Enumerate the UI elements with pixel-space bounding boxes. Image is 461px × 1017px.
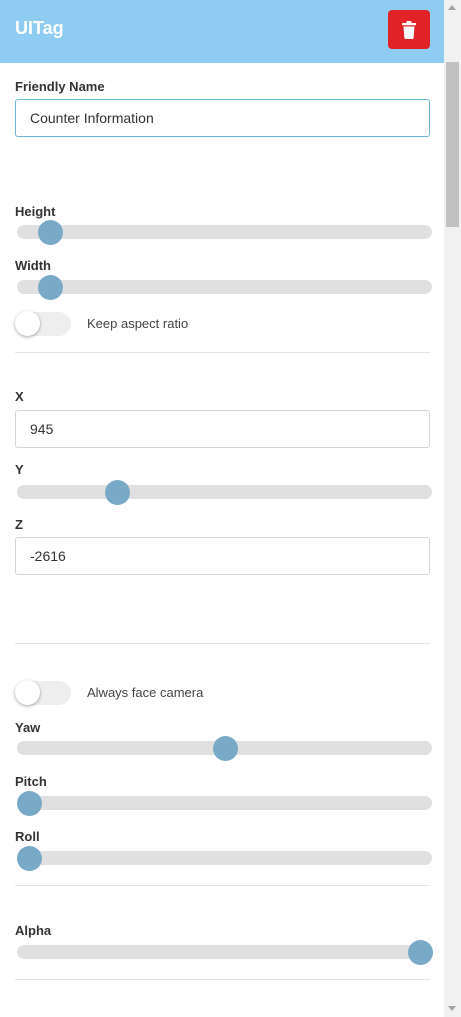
alpha-slider[interactable] [17,940,433,965]
height-slider-track[interactable] [17,225,432,239]
trash-icon [402,20,416,39]
z-input[interactable]: -2616 [15,537,430,575]
friendly-name-label: Friendly Name [15,79,105,94]
y-slider[interactable] [17,480,432,505]
roll-slider-thumb[interactable] [17,846,43,871]
delete-button[interactable] [388,10,430,49]
y-label: Y [15,462,24,477]
width-slider[interactable] [17,275,432,300]
alpha-slider-thumb[interactable] [407,940,433,965]
width-slider-thumb[interactable] [38,275,64,300]
divider [15,352,430,353]
width-slider-track[interactable] [17,280,432,294]
keep-aspect-toggle[interactable] [15,311,71,336]
roll-slider-track[interactable] [17,851,432,865]
scrollbar-thumb[interactable] [446,62,459,227]
x-label: X [15,389,24,404]
height-slider-thumb[interactable] [38,220,64,245]
face-camera-toggle[interactable] [15,680,71,705]
divider [15,643,430,644]
face-camera-label: Always face camera [87,685,204,700]
yaw-label: Yaw [15,720,41,735]
divider [15,979,430,980]
y-slider-thumb[interactable] [104,480,130,505]
properties-panel: Friendly Name Counter Information Height… [0,63,444,1017]
face-camera-toggle-knob[interactable] [15,680,40,705]
scroll-down-arrow-icon[interactable] [448,1006,456,1011]
yaw-slider[interactable] [17,736,432,761]
header-bar: UITag [0,0,444,63]
x-input[interactable]: 945 [15,410,430,448]
height-label: Height [15,204,56,219]
alpha-label: Alpha [15,923,52,938]
z-label: Z [15,517,23,532]
roll-label: Roll [15,829,40,844]
width-label: Width [15,258,51,273]
divider [15,885,430,886]
pitch-slider[interactable] [17,791,432,816]
pitch-slider-track[interactable] [17,796,432,810]
yaw-slider-thumb[interactable] [212,736,238,761]
scrollbar[interactable] [444,0,461,1017]
friendly-name-input[interactable]: Counter Information [15,99,430,137]
scroll-up-arrow-icon[interactable] [448,5,456,10]
panel-title: UITag [15,18,64,38]
height-slider[interactable] [17,220,432,245]
roll-slider[interactable] [17,846,432,871]
keep-aspect-label: Keep aspect ratio [87,316,189,331]
pitch-slider-thumb[interactable] [17,791,43,816]
keep-aspect-toggle-knob[interactable] [15,311,40,336]
pitch-label: Pitch [15,774,47,789]
y-slider-track[interactable] [17,485,432,499]
alpha-slider-track[interactable] [17,945,432,959]
